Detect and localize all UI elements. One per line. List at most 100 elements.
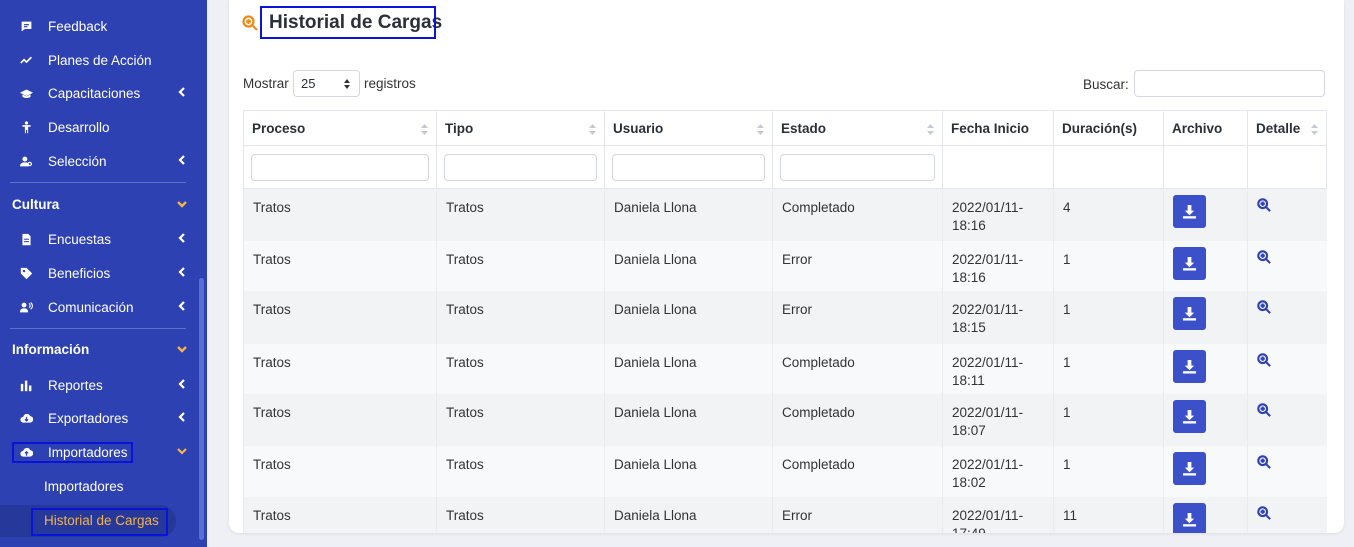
sidebar-section-cultura[interactable]: Cultura — [12, 190, 192, 218]
cell-usuario: Daniela Llona — [604, 445, 773, 497]
download-button[interactable] — [1173, 195, 1206, 228]
cell-estado: Completado — [772, 393, 943, 446]
filter-estado-input[interactable] — [780, 153, 935, 181]
header-label: Archivo — [1172, 120, 1223, 136]
sidebar-item-exportadores[interactable]: Exportadores — [12, 403, 192, 433]
cell-archivo — [1163, 290, 1248, 344]
fecha-date: 2022/01/11- — [952, 507, 1024, 523]
download-button[interactable] — [1173, 451, 1206, 485]
zoom-in-icon[interactable] — [1257, 505, 1271, 520]
header-label: Estado — [781, 120, 827, 136]
bar-chart-icon — [18, 377, 34, 393]
sidebar-item-beneficios[interactable]: Beneficios — [12, 258, 192, 288]
section-label: Información — [12, 341, 90, 357]
fecha-time: 18:15 — [952, 319, 986, 335]
download-button[interactable] — [1173, 246, 1206, 280]
fecha-date: 2022/01/11- — [952, 200, 1024, 215]
filter-empty-cell — [1247, 145, 1327, 189]
sidebar-item-planes-de-accion[interactable]: Planes de Acción — [12, 45, 192, 75]
zoom-in-icon[interactable] — [1257, 352, 1271, 367]
download-button[interactable] — [1173, 399, 1206, 433]
user-search-icon — [18, 153, 34, 169]
fecha-date: 2022/01/11- — [952, 354, 1024, 370]
sidebar-item-capacitaciones[interactable]: Capacitaciones — [12, 78, 192, 108]
column-header-fecha-inicio[interactable]: Fecha Inicio — [942, 110, 1054, 146]
cell-fecha-inicio: 2022/01/11- 18:16 — [942, 240, 1054, 291]
fecha-date: 2022/01/11- — [952, 251, 1024, 267]
header-label: Detalle — [1256, 120, 1301, 136]
cell-archivo — [1163, 188, 1248, 241]
download-button[interactable] — [1173, 502, 1206, 533]
trend-icon — [18, 52, 34, 68]
chevron-left-icon — [176, 232, 188, 244]
filter-tipo-input[interactable] — [444, 153, 597, 181]
chevron-left-icon — [176, 266, 188, 278]
cell-proceso: Tratos — [243, 496, 437, 533]
sidebar-sub-item-importadores[interactable]: Importadores — [44, 475, 124, 497]
sidebar-item-comunicacion[interactable]: Comunicación — [12, 292, 192, 322]
cell-fecha-inicio: 2022/01/11- 18:07 — [942, 393, 1054, 446]
sort-icon — [927, 123, 934, 135]
sidebar-scrollbar[interactable] — [199, 278, 204, 540]
filter-usuario-input[interactable] — [612, 153, 765, 181]
cell-archivo — [1163, 393, 1248, 446]
sidebar-item-feedback[interactable]: Feedback — [12, 11, 192, 41]
download-icon — [1182, 306, 1197, 321]
cell-tipo: Tratos — [436, 393, 605, 446]
sidebar-item-label: Planes de Acción — [48, 52, 152, 68]
column-header-estado[interactable]: Estado — [772, 110, 943, 146]
fecha-time: 18:16 — [952, 269, 986, 285]
fecha-time: 18:11 — [952, 372, 985, 388]
filter-proceso-input[interactable] — [251, 153, 429, 181]
cell-fecha-inicio: 2022/01/11- 18:02 — [942, 445, 1054, 497]
zoom-in-icon — [242, 15, 258, 31]
column-header-duracion[interactable]: Duración(s) — [1053, 110, 1164, 146]
cell-duracion: 11 — [1053, 496, 1164, 533]
sidebar-item-reportes[interactable]: Reportes — [12, 370, 192, 400]
sort-icon — [1311, 123, 1318, 135]
document-icon — [18, 231, 34, 247]
sidebar-item-desarrollo[interactable]: Desarrollo — [12, 112, 192, 142]
zoom-in-icon[interactable] — [1257, 454, 1271, 469]
header-label: Tipo — [445, 120, 474, 136]
cell-proceso: Tratos — [243, 188, 437, 241]
page-length-select[interactable]: 25 — [293, 70, 360, 97]
sidebar-item-label: Encuestas — [48, 231, 112, 247]
highlight-box — [31, 508, 168, 536]
column-header-tipo[interactable]: Tipo — [436, 110, 605, 146]
column-header-detalle[interactable]: Detalle — [1247, 110, 1327, 146]
column-header-archivo[interactable]: Archivo — [1163, 110, 1248, 146]
sort-icon — [757, 123, 764, 135]
column-header-usuario[interactable]: Usuario — [604, 110, 773, 146]
sidebar-section-informacion[interactable]: Información — [12, 335, 192, 363]
highlight-box — [260, 6, 436, 39]
zoom-in-icon[interactable] — [1257, 198, 1271, 212]
zoom-in-icon[interactable] — [1257, 249, 1271, 264]
download-icon — [1182, 359, 1197, 374]
cell-duracion: 1 — [1053, 343, 1164, 394]
zoom-in-icon[interactable] — [1257, 402, 1271, 417]
sidebar-item-encuestas[interactable]: Encuestas — [12, 224, 192, 254]
cell-usuario: Daniela Llona — [604, 240, 773, 291]
cell-detalle — [1247, 393, 1327, 446]
download-button[interactable] — [1173, 296, 1206, 330]
sort-icon — [421, 123, 428, 135]
cell-detalle — [1247, 496, 1327, 533]
search-input[interactable] — [1134, 70, 1325, 97]
filter-empty-cell — [1163, 145, 1248, 189]
zoom-in-icon[interactable] — [1257, 299, 1271, 314]
sidebar-item-seleccion[interactable]: Selección — [12, 146, 192, 176]
sidebar: Feedback Planes de Acción Capacitaciones… — [0, 0, 207, 547]
column-header-proceso[interactable]: Proceso — [243, 110, 437, 146]
feedback-icon — [18, 18, 34, 34]
download-button[interactable] — [1173, 349, 1206, 383]
cell-estado: Completado — [772, 445, 943, 497]
filter-empty-cell — [1053, 145, 1164, 189]
cell-detalle — [1247, 343, 1327, 394]
download-icon — [1182, 512, 1197, 527]
cell-usuario: Daniela Llona — [604, 188, 773, 241]
download-icon — [1182, 409, 1197, 424]
cell-tipo: Tratos — [436, 445, 605, 497]
cell-proceso: Tratos — [243, 343, 437, 394]
fecha-time: 18:07 — [952, 422, 986, 438]
